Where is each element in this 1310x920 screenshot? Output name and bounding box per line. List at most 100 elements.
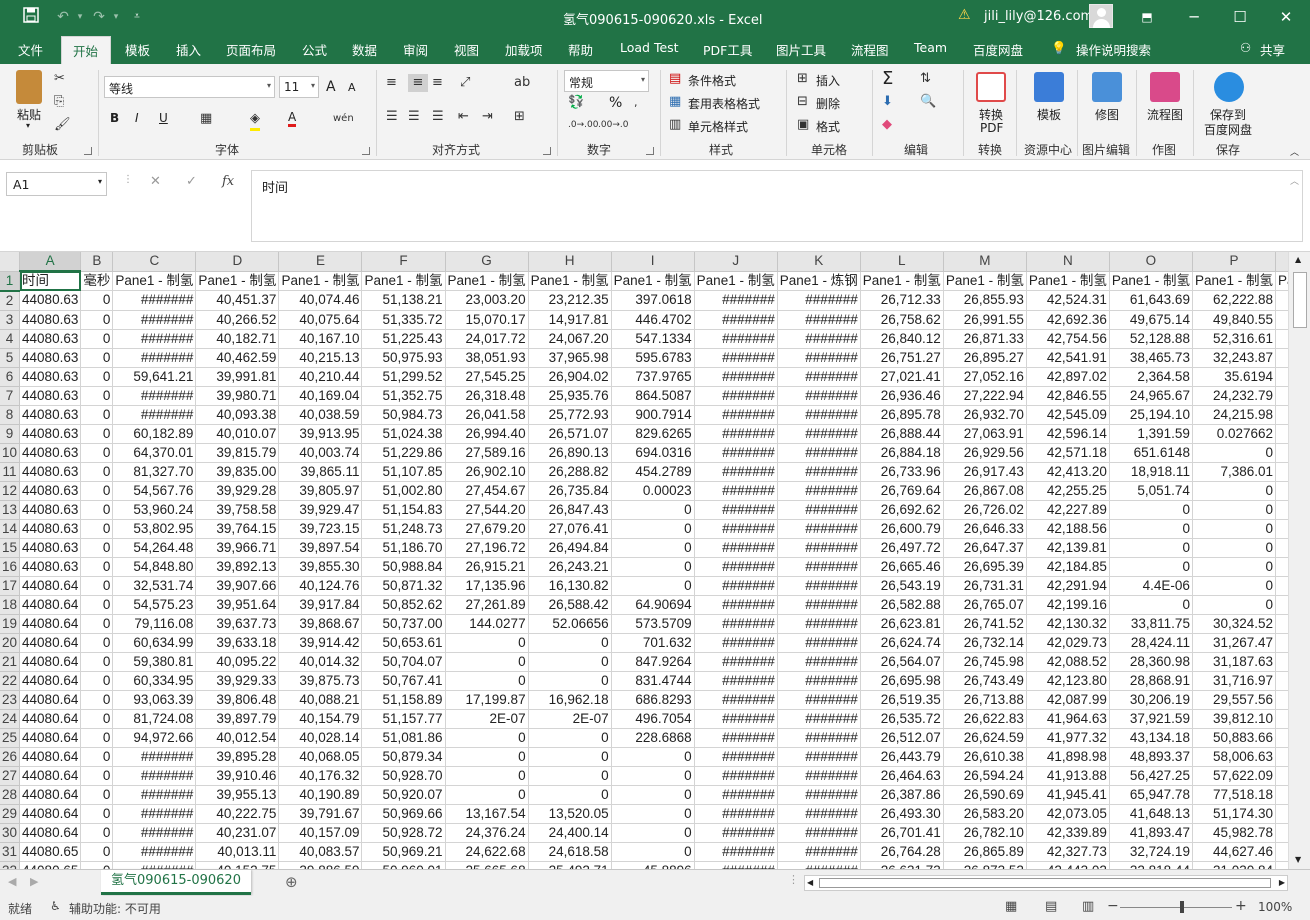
cell[interactable]: 26,288.82 — [528, 462, 612, 482]
avatar[interactable] — [1089, 4, 1113, 28]
sheet-tab[interactable]: 氢气090615-090620 — [101, 870, 251, 895]
insert-cells-icon[interactable]: ⊞ — [797, 70, 808, 88]
cell[interactable]: 0 — [611, 519, 695, 539]
cell[interactable]: 569.3114 — [1275, 329, 1288, 349]
row-header[interactable]: 1 — [0, 271, 21, 292]
cell[interactable]: Pane1 - 制氢 — [1192, 271, 1277, 291]
vertical-scrollbar[interactable]: ▲ ▼ — [1288, 252, 1310, 869]
cell[interactable]: 51,174.30 — [1192, 804, 1277, 824]
cell[interactable]: 2E-07 — [528, 709, 612, 729]
cell[interactable]: ####### — [777, 367, 861, 387]
cell[interactable]: 27,222.94 — [943, 386, 1027, 406]
cell[interactable]: 25,772.93 — [528, 405, 612, 425]
cell[interactable]: 50,871.32 — [361, 576, 446, 596]
cell[interactable]: 474.8271 — [1275, 614, 1288, 634]
sort-filter-icon[interactable]: ⇅ — [920, 70, 931, 88]
cell[interactable]: 482.3192 — [1275, 652, 1288, 672]
cell[interactable]: 847.9264 — [611, 652, 695, 672]
cell[interactable]: 26,745.98 — [943, 652, 1027, 672]
column-header[interactable]: J — [694, 252, 778, 272]
cell[interactable]: 40,462.59 — [195, 348, 280, 368]
cell[interactable]: 27,261.89 — [445, 595, 529, 615]
cell[interactable]: 527.6642 — [1275, 481, 1288, 501]
cell[interactable]: ####### — [777, 405, 861, 425]
cell[interactable]: 504.318 — [1275, 538, 1288, 558]
cell[interactable]: 26,994.40 — [445, 424, 529, 444]
cell[interactable]: 26,622.83 — [943, 709, 1027, 729]
tab-template[interactable]: 模板 — [125, 40, 150, 64]
cell[interactable]: 0 — [1192, 500, 1277, 520]
cell[interactable]: ####### — [777, 329, 861, 349]
cell[interactable]: 81,724.08 — [112, 709, 197, 729]
cell[interactable]: 39,815.79 — [195, 443, 280, 463]
cell[interactable]: 50,969.21 — [361, 842, 446, 862]
cell[interactable]: 31,030.84 — [1192, 861, 1277, 869]
cell[interactable]: 701.632 — [611, 633, 695, 653]
tab-pdf-tools[interactable]: PDF工具 — [703, 40, 752, 64]
tab-flowchart[interactable]: 流程图 — [851, 40, 889, 64]
cell[interactable]: 42,130.32 — [1026, 614, 1110, 634]
italic-button[interactable]: I — [135, 111, 139, 125]
select-all-corner[interactable] — [0, 252, 21, 272]
cell[interactable]: 51,107.85 — [361, 462, 446, 482]
zoom-slider-thumb[interactable] — [1180, 901, 1184, 913]
cell[interactable]: 27,589.16 — [445, 443, 529, 463]
cell[interactable]: 482.94 — [1275, 595, 1288, 615]
cell[interactable]: 576.0369 — [1275, 386, 1288, 406]
cell[interactable]: ####### — [694, 595, 778, 615]
cell[interactable]: 39,835.00 — [195, 462, 280, 482]
sheet-next-icon[interactable]: ▶ — [30, 875, 38, 888]
cell[interactable]: 29,557.56 — [1192, 690, 1277, 710]
cell[interactable]: ####### — [694, 481, 778, 501]
cell[interactable]: 831.4744 — [611, 671, 695, 691]
cell[interactable]: 77,518.18 — [1192, 785, 1277, 805]
name-box[interactable]: A1 ▾ — [6, 172, 107, 196]
cell[interactable]: 39,907.66 — [195, 576, 280, 596]
cell[interactable]: 0 — [1192, 519, 1277, 539]
cell[interactable]: 50,767.41 — [361, 671, 446, 691]
cell[interactable]: 26,915.21 — [445, 557, 529, 577]
cell[interactable]: 4.4E-06 — [1109, 576, 1193, 596]
cell[interactable]: 144.0277 — [445, 614, 529, 634]
cell[interactable]: 0 — [80, 424, 114, 444]
cell[interactable]: 79,116.08 — [112, 614, 197, 634]
cell[interactable]: 64.90694 — [611, 595, 695, 615]
cell[interactable]: 0 — [611, 804, 695, 824]
cell[interactable]: 26,890.13 — [528, 443, 612, 463]
tab-load-test[interactable]: Load Test — [620, 40, 679, 64]
cell[interactable]: 25,194.10 — [1109, 405, 1193, 425]
cell[interactable]: 397.0618 — [611, 290, 695, 311]
scroll-right-icon[interactable]: ▶ — [1279, 878, 1285, 887]
cell[interactable]: 35.6194 — [1192, 367, 1277, 387]
cell[interactable]: 51,352.75 — [361, 386, 446, 406]
cell[interactable]: ####### — [777, 747, 861, 767]
cell[interactable]: 44080.64 — [19, 595, 82, 615]
paste-icon[interactable] — [16, 70, 42, 104]
cell[interactable]: 39,897.54 — [278, 538, 363, 558]
row-header[interactable]: 9 — [0, 424, 21, 444]
cell[interactable]: 26,665.46 — [860, 557, 944, 577]
cell[interactable]: 39,812.10 — [1192, 709, 1277, 729]
cell[interactable]: 50,879.34 — [361, 747, 446, 767]
cell[interactable]: 39,914.42 — [278, 633, 363, 653]
cell[interactable]: 26,041.58 — [445, 405, 529, 425]
cell[interactable]: 0 — [80, 652, 114, 672]
autosum-button[interactable]: Σ — [882, 68, 893, 89]
share-button[interactable]: 共享 — [1260, 40, 1285, 64]
cell[interactable]: 2E-07 — [445, 709, 529, 729]
cell[interactable]: 0 — [611, 538, 695, 558]
cell[interactable]: 50,984.73 — [361, 405, 446, 425]
cell[interactable]: 51,248.73 — [361, 519, 446, 539]
cell[interactable]: 39,910.46 — [195, 766, 280, 786]
cell[interactable]: ####### — [112, 310, 197, 330]
cell[interactable]: 26,646.33 — [943, 519, 1027, 539]
cell[interactable]: 26,243.21 — [528, 557, 612, 577]
cell[interactable]: ####### — [694, 690, 778, 710]
cell[interactable]: 42,541.91 — [1026, 348, 1110, 368]
cell[interactable]: ####### — [694, 671, 778, 691]
cell[interactable]: 42,545.09 — [1026, 405, 1110, 425]
cell[interactable]: 44080.63 — [19, 405, 82, 425]
cell[interactable]: 42,087.99 — [1026, 690, 1110, 710]
cell[interactable]: 44080.63 — [19, 462, 82, 482]
cell[interactable]: 41,913.88 — [1026, 766, 1110, 786]
